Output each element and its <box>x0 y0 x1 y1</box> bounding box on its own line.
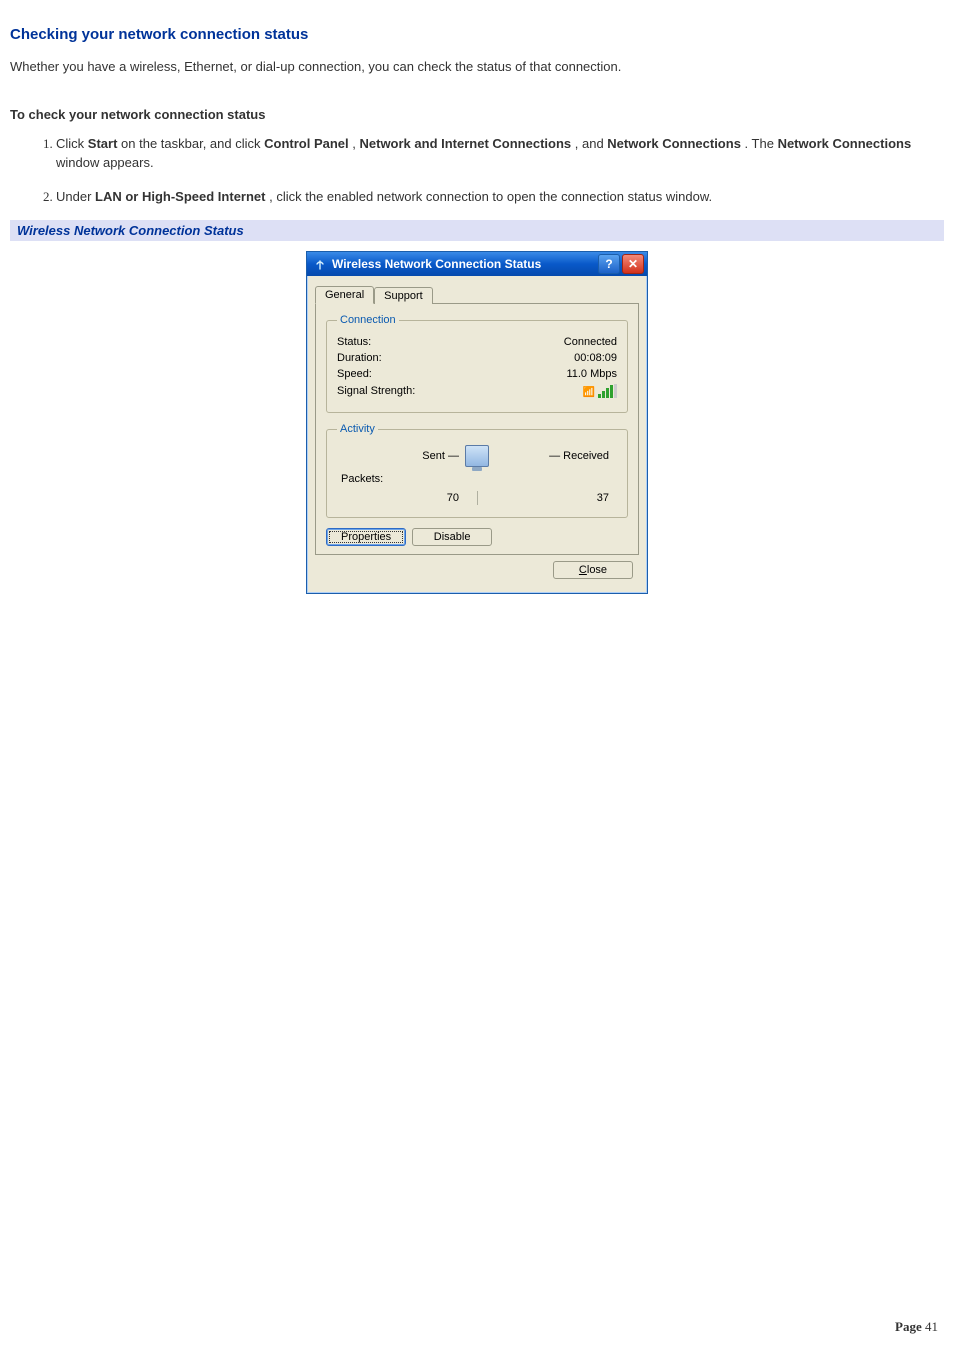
text: Click <box>56 136 88 151</box>
text: , <box>352 136 359 151</box>
status-value: Connected <box>564 336 617 348</box>
duration-value: 00:08:09 <box>574 352 617 364</box>
connection-group: Connection Status: Connected Duration: 0… <box>326 314 628 413</box>
figure-caption: Wireless Network Connection Status <box>10 220 944 241</box>
text: window appears. <box>56 155 154 170</box>
bold: Start <box>88 136 118 151</box>
connection-legend: Connection <box>337 314 399 326</box>
disable-button[interactable]: Disable <box>412 528 492 546</box>
sent-label: Sent — <box>337 450 465 462</box>
dialog-title: Wireless Network Connection Status <box>332 257 598 271</box>
text: , click the enabled network connection t… <box>269 189 712 204</box>
text: , and <box>575 136 608 151</box>
tab-general[interactable]: General <box>315 286 374 304</box>
tab-panel-general: Connection Status: Connected Duration: 0… <box>315 303 639 555</box>
bold: LAN or High-Speed Internet <box>95 189 265 204</box>
bold: Network and Internet Connections <box>360 136 572 151</box>
wireless-icon <box>313 257 327 271</box>
packets-label: Packets: <box>337 473 465 485</box>
speed-value: 11.0 Mbps <box>566 368 617 380</box>
page-footer: Page 41 <box>895 1319 938 1335</box>
activity-group: Activity Sent — — Received Packets: <box>326 423 628 518</box>
text: . The <box>745 136 778 151</box>
activity-legend: Activity <box>337 423 378 435</box>
received-label: — Received <box>489 450 617 462</box>
monitors-icon <box>465 445 489 467</box>
page-label: Page <box>895 1319 922 1334</box>
status-dialog: Wireless Network Connection Status ? ✕ G… <box>306 251 648 594</box>
section-heading: Checking your network connection status <box>10 26 944 43</box>
properties-button[interactable]: Properties <box>326 528 406 546</box>
packets-received-value: 37 <box>489 492 617 504</box>
close-button[interactable]: Close <box>553 561 633 579</box>
tab-support[interactable]: Support <box>374 287 433 304</box>
intro-paragraph: Whether you have a wireless, Ethernet, o… <box>10 57 944 77</box>
step-1: Click Start on the taskbar, and click Co… <box>56 134 944 173</box>
close-x-button[interactable]: ✕ <box>622 254 644 274</box>
speed-label: Speed: <box>337 368 372 380</box>
packets-sent-value: 70 <box>337 492 465 504</box>
close-button-rest: lose <box>587 564 607 576</box>
tab-strip: General Support <box>315 282 639 304</box>
signal-strength-label: Signal Strength: <box>337 385 415 397</box>
step-2: Under LAN or High-Speed Internet , click… <box>56 187 944 207</box>
signal-strength-icon: 📶 <box>583 384 617 398</box>
text: Under <box>56 189 95 204</box>
page-number: 41 <box>925 1319 938 1334</box>
procedure-subhead: To check your network connection status <box>10 107 944 122</box>
bold: Control Panel <box>264 136 349 151</box>
divider <box>477 491 478 505</box>
duration-label: Duration: <box>337 352 382 364</box>
status-label: Status: <box>337 336 371 348</box>
bold: Network Connections <box>607 136 741 151</box>
text: on the taskbar, and click <box>121 136 264 151</box>
activity-icon <box>465 445 489 467</box>
bold: Network Connections <box>778 136 912 151</box>
steps-list: Click Start on the taskbar, and click Co… <box>10 134 944 207</box>
help-button[interactable]: ? <box>598 254 620 274</box>
dialog-titlebar[interactable]: Wireless Network Connection Status ? ✕ <box>307 252 647 276</box>
